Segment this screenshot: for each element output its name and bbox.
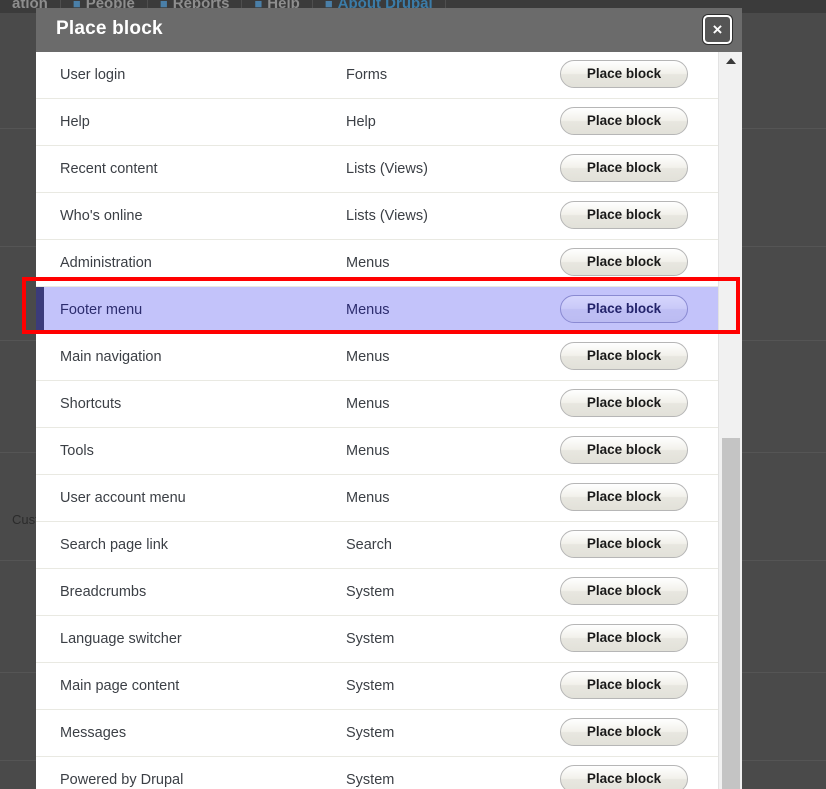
block-category: Help [346,114,376,130]
place-block-button[interactable]: Place block [560,107,688,135]
place-block-button[interactable]: Place block [560,577,688,605]
block-name: Language switcher [60,631,182,647]
place-block-button[interactable]: Place block [560,624,688,652]
table-row[interactable]: Administration Menus Place block [36,240,718,287]
place-block-button[interactable]: Place block [560,389,688,417]
table-row[interactable]: Shortcuts Menus Place block [36,381,718,428]
block-category: System [346,725,395,741]
block-name: Help [60,114,90,130]
table-row[interactable]: Help Help Place block [36,99,718,146]
place-block-button[interactable]: Place block [560,671,688,699]
block-category: Menus [346,349,390,365]
vertical-scrollbar[interactable] [718,52,742,789]
dialog-title: Place block [56,18,163,39]
table-body: User login Forms Place block Help Help Place … [36,52,718,789]
table-row[interactable]: User login Forms Place block [36,52,718,99]
block-category: Forms [346,67,388,83]
block-name: Breadcrumbs [60,584,147,600]
block-name: Main navigation [60,349,162,365]
dialog-header: Place block × [36,8,742,52]
block-name: Recent content [60,161,158,177]
block-category: Menus [346,490,390,506]
block-name: User account menu [60,490,186,506]
table-row[interactable]: Language switcher System Place block [36,616,718,663]
block-category: Menus [346,255,390,271]
place-block-button[interactable]: Place block [560,154,688,182]
place-block-button[interactable]: Place block [560,248,688,276]
place-block-button[interactable]: Place block [560,718,688,746]
block-name: Search page link [60,537,169,553]
place-block-button[interactable]: Place block [560,295,688,323]
table-row[interactable]: Powered by Drupal System Place block [36,757,718,789]
block-name: Administration [60,255,152,271]
place-block-button[interactable]: Place block [560,342,688,370]
table-row[interactable]: User account menu Menus Place block [36,475,718,522]
place-block-button[interactable]: Place block [560,201,688,229]
block-list-table: User login Forms Place block Help Help Place … [36,52,718,789]
block-category: Lists (Views) [346,161,428,177]
block-name: Messages [60,725,127,741]
block-name: Main page content [60,678,180,694]
place-block-button[interactable]: Place block [560,530,688,558]
block-category: System [346,584,395,600]
block-name: Tools [60,443,94,459]
close-icon[interactable]: × [703,15,732,44]
place-block-button[interactable]: Place block [560,483,688,511]
background-text: Cust [12,512,39,527]
block-category: Menus [346,302,390,318]
block-name: Footer menu [60,302,143,318]
block-category: System [346,631,395,647]
table-row[interactable]: Main page content System Place block [36,663,718,710]
table-row[interactable]: Recent content Lists (Views) Place block [36,146,718,193]
block-category: System [346,772,395,788]
place-block-button[interactable]: Place block [560,60,688,88]
table-row[interactable]: Main navigation Menus Place block [36,334,718,381]
table-row[interactable]: Breadcrumbs System Place block [36,569,718,616]
table-row[interactable]: Footer menu Menus Place block [36,287,718,334]
chevron-up-icon[interactable] [725,58,736,64]
table-row[interactable]: Who's online Lists (Views) Place block [36,193,718,240]
block-category: Menus [346,443,390,459]
table-row[interactable]: Search page link Search Place block [36,522,718,569]
block-name: Shortcuts [60,396,122,412]
block-category: System [346,678,395,694]
block-category: Menus [346,396,390,412]
place-block-dialog: Place block × User login Forms Place block… [36,8,742,789]
place-block-button[interactable]: Place block [560,765,688,789]
block-category: Search [346,537,392,553]
block-name: Who's online [60,208,143,224]
scrollbar-thumb[interactable] [722,438,740,789]
place-block-button[interactable]: Place block [560,436,688,464]
block-name: User login [60,67,126,83]
block-name: Powered by Drupal [60,772,184,788]
block-category: Lists (Views) [346,208,428,224]
table-row[interactable]: Tools Menus Place block [36,428,718,475]
table-row[interactable]: Messages System Place block [36,710,718,757]
